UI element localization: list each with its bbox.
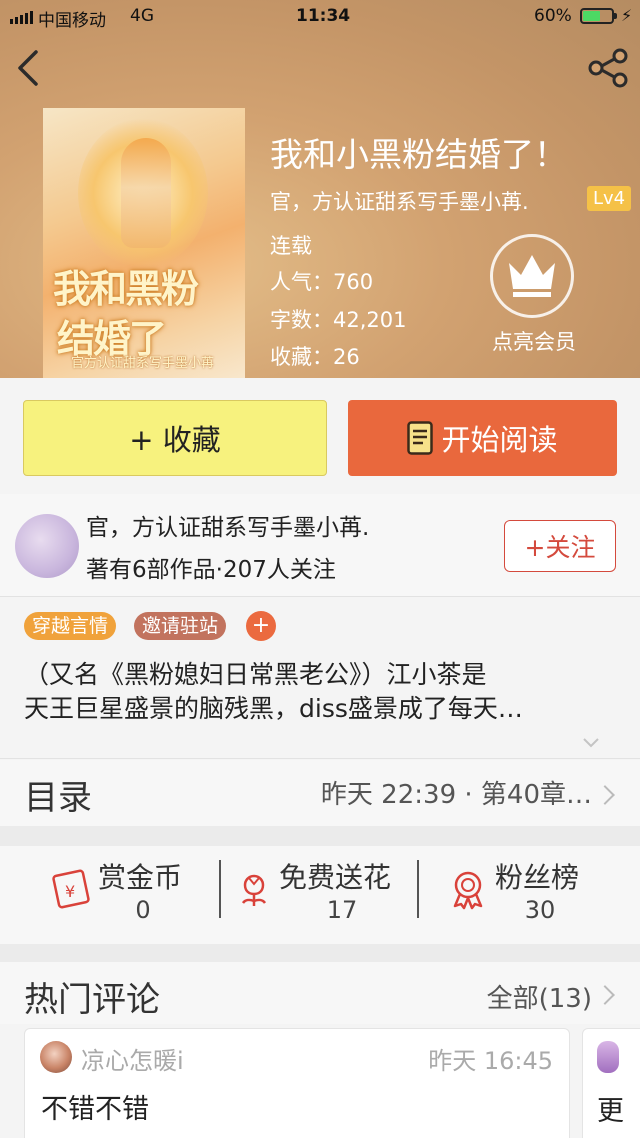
book-description[interactable]: （又名《黑粉媳妇日常黑老公》）江小茶是 天王巨星盛景的脑残黑，diss盛景成了每…: [24, 658, 620, 726]
description-line-1: （又名《黑粉媳妇日常黑老公》）江小茶是: [24, 660, 487, 689]
comment-username[interactable]: 凉心怎暖i: [81, 1041, 184, 1076]
free-flowers-stat[interactable]: 免费送花 17: [221, 846, 417, 944]
flower-icon: [241, 874, 267, 906]
comment-user-avatar[interactable]: [597, 1041, 619, 1073]
cover-author: 官方认证甜系写手墨小苒: [71, 356, 215, 371]
description-line-2: 天王巨星盛景的脑残黑，diss盛景成了每天…: [24, 694, 523, 723]
fan-ranking-stat[interactable]: 粉丝榜 30: [419, 846, 640, 944]
author-name[interactable]: 官，方认证甜系写手墨小苒.: [86, 508, 369, 542]
hot-comments-header: 热门评论 全部(13): [0, 962, 640, 1024]
author-avatar[interactable]: [15, 514, 79, 578]
hot-comments-title: 热门评论: [24, 980, 160, 1020]
favorites-stat: 收藏：26: [270, 341, 360, 371]
battery-percent: 60%: [534, 6, 572, 26]
chevron-right-icon: [595, 785, 615, 805]
fan-ranking-label: 粉丝榜: [495, 861, 580, 894]
svg-text:¥: ¥: [65, 882, 75, 901]
network-label: 4G: [130, 6, 154, 26]
comment-text: 更: [597, 1096, 624, 1127]
add-to-favorites-button[interactable]: + 收藏: [23, 400, 327, 476]
carrier-label: 中国移动: [38, 11, 106, 31]
favorites-value: 26: [333, 345, 360, 369]
comment-card[interactable]: 凉心怎暖i 昨天 16:45 不错不错: [24, 1028, 570, 1138]
popularity-label: 人气：: [270, 270, 333, 294]
charging-bolt-icon: ⚡: [621, 6, 633, 25]
follow-button[interactable]: +关注: [504, 520, 616, 572]
words-label: 字数：: [270, 308, 333, 332]
book-detail-page: 中国移动 4G 11:34 60% ⚡ 我和黑粉 结婚了 官方认证甜系写手墨小苒…: [0, 0, 640, 1138]
light-up-member-button[interactable]: 点亮会员: [482, 234, 586, 358]
chevron-down-icon: [583, 738, 599, 748]
divider: [0, 758, 640, 759]
support-stats-row: ¥ 赏金币 0 免费送花 17 粉丝榜 30: [0, 846, 640, 944]
words-value: 42,201: [333, 308, 407, 332]
battery-icon: [580, 8, 614, 24]
author-info-row: 官，方认证甜系写手墨小苒. 著有6部作品·207人关注 +关注: [0, 494, 640, 596]
medal-icon: [453, 871, 483, 910]
toc-title: 目录: [24, 778, 92, 818]
popularity-value: 760: [333, 270, 374, 294]
all-comments-link[interactable]: 全部(13): [487, 978, 592, 1015]
serial-status: 连载: [270, 234, 312, 258]
book-cover-image[interactable]: 我和黑粉 结婚了 官方认证甜系写手墨小苒: [43, 108, 245, 378]
battery-tip: [614, 13, 617, 19]
fan-ranking-value: 30: [524, 896, 556, 924]
book-title: 我和小黑粉结婚了！: [270, 135, 567, 174]
share-icon: [588, 48, 628, 88]
start-reading-label: 开始阅读: [441, 423, 558, 457]
signal-icon: [10, 11, 33, 24]
reward-coins-stat[interactable]: ¥ 赏金币 0: [0, 846, 218, 944]
table-of-contents-row[interactable]: 目录 昨天 22:39 · 第40章…: [0, 760, 640, 826]
favorites-label: 收藏：: [270, 345, 333, 369]
comment-user-avatar[interactable]: [40, 1041, 72, 1073]
divider: [0, 596, 640, 597]
tag-invite[interactable]: 邀请驻站: [134, 612, 227, 640]
word-count-stat: 字数：42,201: [270, 304, 406, 334]
back-button[interactable]: [10, 46, 50, 90]
author-stats: 著有6部作品·207人关注: [86, 557, 336, 583]
expand-description-button[interactable]: [581, 735, 601, 749]
section-gap: [0, 826, 640, 846]
reward-coins-label: 赏金币: [98, 861, 183, 894]
member-label: 点亮会员: [492, 330, 576, 354]
latest-chapter: 昨天 22:39 · 第40章…: [320, 780, 592, 810]
member-circle: [490, 234, 574, 318]
red-envelope-icon: ¥: [52, 869, 90, 909]
book-icon: [407, 421, 434, 455]
free-flowers-label: 免费送花: [279, 861, 392, 894]
chevron-left-icon: [18, 50, 38, 86]
book-author[interactable]: 官，方认证甜系写手墨小苒.: [270, 186, 529, 216]
crown-icon: [509, 255, 555, 297]
section-gap: [0, 944, 640, 962]
free-flowers-value: 17: [326, 896, 358, 924]
clock: 11:34: [296, 6, 351, 26]
tag-genre[interactable]: 穿越言情: [24, 612, 117, 640]
book-header: 中国移动 4G 11:34 60% ⚡ 我和黑粉 结婚了 官方认证甜系写手墨小苒…: [0, 0, 640, 378]
comment-time: 昨天 16:45: [428, 1047, 553, 1075]
cover-figure: [121, 138, 171, 248]
cover-title-line1: 我和黑粉: [53, 266, 199, 311]
status-bar: 中国移动 4G 11:34 60% ⚡: [0, 0, 640, 34]
reward-coins-value: 0: [135, 896, 151, 924]
start-reading-button[interactable]: 开始阅读: [348, 400, 617, 476]
share-button[interactable]: [584, 44, 632, 92]
chevron-right-icon: [595, 985, 615, 1005]
popularity-stat: 人气：760: [270, 266, 373, 296]
comment-text: 不错不错: [41, 1094, 149, 1125]
add-tag-button[interactable]: +: [246, 611, 276, 641]
comment-card[interactable]: 更: [582, 1028, 640, 1138]
level-badge: Lv4: [587, 186, 632, 211]
